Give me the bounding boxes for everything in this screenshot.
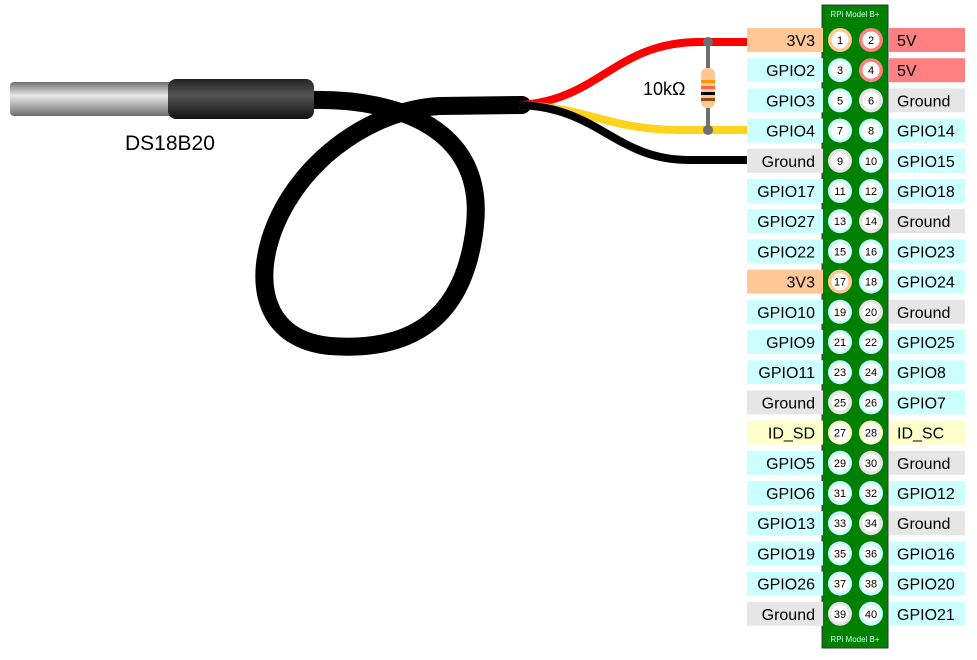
pin-number: 4 [868, 65, 874, 77]
pin-number: 33 [834, 518, 846, 530]
pin-number: 31 [834, 488, 846, 500]
pin-number: 38 [865, 579, 877, 591]
wiring-diagram: DS18B20 10kΩ RPi Model B+ RPi Model B+ 3… [10, 4, 965, 649]
pin-label: GPIO10 [757, 305, 815, 322]
pin-number: 27 [834, 428, 846, 440]
pin-label: GPIO3 [766, 93, 815, 110]
pin-number: 25 [834, 397, 846, 409]
pin-label: GPIO15 [897, 154, 955, 171]
pin-label: GPIO24 [897, 275, 955, 292]
pin-number: 32 [865, 488, 877, 500]
pin-number: 2 [868, 35, 874, 47]
pin-label: 5V [897, 63, 917, 80]
pin-label: GPIO23 [897, 244, 955, 261]
pin-label: GPIO21 [897, 607, 955, 624]
pin-number: 17 [834, 277, 846, 289]
pin-label: GPIO6 [766, 486, 815, 503]
pin-label: GPIO26 [757, 577, 815, 594]
pin-number: 19 [834, 307, 846, 319]
vcc-wire [519, 38, 750, 109]
pin-label: 5V [897, 33, 917, 50]
pin-label: GPIO27 [757, 214, 815, 231]
pin-label: GPIO9 [766, 335, 815, 352]
pin-number: 21 [834, 337, 846, 349]
pin-label: GPIO7 [897, 395, 946, 412]
pin-label: GPIO16 [897, 546, 955, 563]
pin-label: GPIO14 [897, 124, 955, 141]
pin-label: 3V3 [787, 275, 816, 292]
pin-label: GPIO22 [757, 244, 815, 261]
pin-number: 36 [865, 548, 877, 560]
pin-label: Ground [762, 395, 815, 412]
pin-label: GPIO18 [897, 184, 955, 201]
pin-label: Ground [897, 456, 950, 473]
pin-number: 12 [865, 186, 877, 198]
pin-label: GPIO19 [757, 546, 815, 563]
pin-number: 6 [868, 95, 874, 107]
pin-number: 37 [834, 579, 846, 591]
pin-label: Ground [897, 305, 950, 322]
pin-number: 26 [865, 397, 877, 409]
pin-label: 3V3 [787, 33, 816, 50]
pin-number: 20 [865, 307, 877, 319]
pin-label: Ground [897, 93, 950, 110]
ds18b20-sensor [10, 79, 314, 119]
pin-label: GPIO4 [766, 124, 815, 141]
pin-number: 13 [834, 216, 846, 228]
sensor-label: DS18B20 [125, 132, 215, 155]
pin-label: Ground [762, 154, 815, 171]
pin-number: 24 [865, 367, 877, 379]
pin-label: ID_SC [897, 426, 944, 443]
pin-label: GPIO25 [897, 335, 955, 352]
pin-number: 18 [865, 277, 877, 289]
pin-label: Ground [762, 607, 815, 624]
pin-number: 7 [837, 126, 843, 138]
pin-number: 22 [865, 337, 877, 349]
pin-label: GPIO13 [757, 516, 815, 533]
pin-number: 9 [837, 156, 843, 168]
pin-number: 5 [837, 95, 843, 107]
pullup-resistor [701, 37, 715, 135]
pin-label: GPIO2 [766, 63, 815, 80]
pin-number: 11 [834, 186, 845, 198]
pin-number: 10 [865, 156, 877, 168]
pin-number: 14 [865, 216, 877, 228]
board-title-top: RPi Model B+ [830, 10, 879, 19]
pin-number: 8 [868, 126, 874, 138]
pin-label: GPIO17 [757, 184, 815, 201]
pin-label: ID_SD [768, 426, 815, 443]
pin-number: 15 [834, 246, 846, 258]
pin-number: 1 [837, 35, 843, 47]
pin-number: 30 [865, 458, 877, 470]
pin-number: 23 [834, 367, 846, 379]
pin-number: 28 [865, 428, 877, 440]
pin-number: 35 [834, 548, 846, 560]
pin-number: 40 [865, 609, 877, 621]
pin-label: GPIO8 [897, 365, 946, 382]
pin-label: Ground [897, 516, 950, 533]
board-title-bottom: RPi Model B+ [830, 635, 879, 644]
pin-label: GPIO20 [897, 577, 955, 594]
pin-label: GPIO5 [766, 456, 815, 473]
pin-number: 29 [834, 458, 846, 470]
pin-label: Ground [897, 214, 950, 231]
pin-number: 39 [834, 609, 846, 621]
pin-label: GPIO12 [897, 486, 955, 503]
sensor-cable [255, 90, 531, 356]
pin-number: 3 [837, 65, 843, 77]
pin-number: 16 [865, 246, 877, 258]
resistor-label: 10kΩ [643, 79, 685, 99]
pin-label: GPIO11 [758, 365, 815, 382]
pin-number: 34 [865, 518, 877, 530]
